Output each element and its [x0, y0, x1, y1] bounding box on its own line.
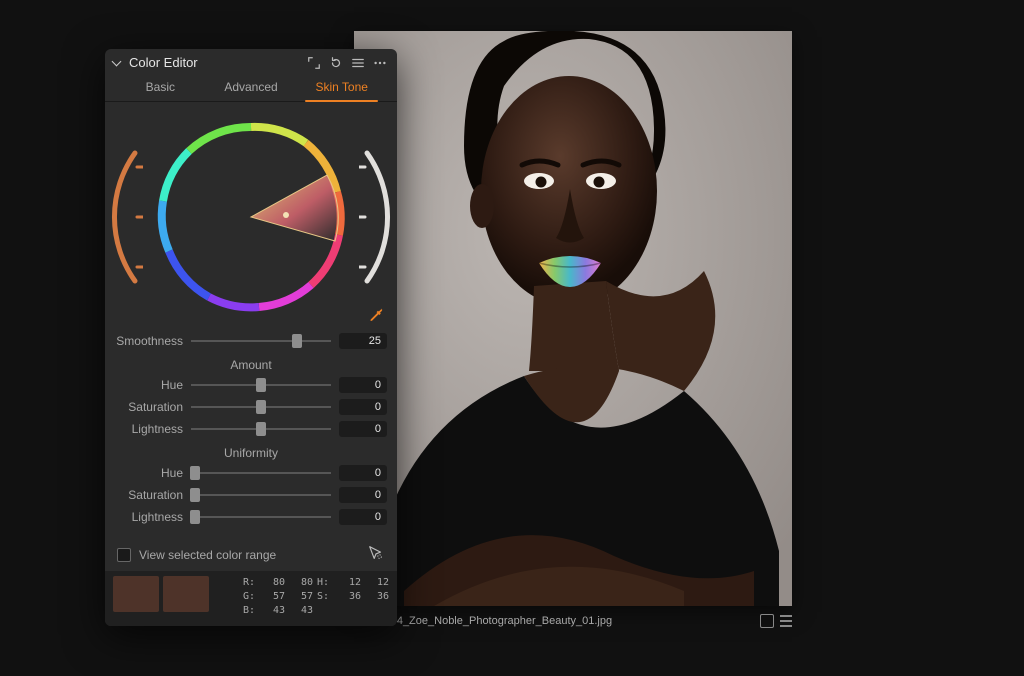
amount-hue-label: Hue — [115, 378, 183, 392]
chevron-down-icon[interactable] — [113, 58, 123, 68]
hue-wheel[interactable] — [151, 117, 351, 317]
amount-saturation-slider[interactable] — [191, 399, 331, 415]
skin-tone-arc-left[interactable] — [111, 147, 143, 287]
view-range-label: View selected color range — [139, 548, 276, 562]
smoothness-label: Smoothness — [115, 334, 183, 348]
reset-icon[interactable] — [329, 56, 343, 70]
tab-advanced[interactable]: Advanced — [206, 74, 297, 101]
skin-tone-arc-right[interactable] — [359, 147, 391, 287]
uniformity-saturation-value[interactable]: 0 — [339, 487, 387, 503]
uniformity-saturation-slider[interactable] — [191, 487, 331, 503]
uniformity-lightness-label: Lightness — [115, 510, 183, 524]
uniformity-section-title: Uniformity — [115, 446, 387, 460]
picked-color-swatch-1[interactable] — [113, 576, 159, 612]
amount-saturation-label: Saturation — [115, 400, 183, 414]
amount-saturation-value[interactable]: 0 — [339, 399, 387, 415]
amount-lightness-slider[interactable] — [191, 421, 331, 437]
panel-title: Color Editor — [129, 55, 198, 70]
mask-cursor-icon[interactable] — [367, 544, 385, 565]
rating-box-icon[interactable] — [760, 614, 774, 628]
uniformity-hue-slider[interactable] — [191, 465, 331, 481]
tab-basic[interactable]: Basic — [115, 74, 206, 101]
view-range-checkbox[interactable] — [117, 548, 131, 562]
preset-menu-icon[interactable] — [351, 56, 365, 70]
uniformity-lightness-value[interactable]: 0 — [339, 509, 387, 525]
image-preview[interactable] — [354, 31, 792, 606]
smoothness-value[interactable]: 25 — [339, 333, 387, 349]
amount-section-title: Amount — [115, 358, 387, 372]
amount-lightness-label: Lightness — [115, 422, 183, 436]
color-readout: R:8080 H:1212 G:5757 S:3636 B:4343 — [243, 576, 389, 618]
tab-skin-tone[interactable]: Skin Tone — [296, 74, 387, 101]
uniformity-saturation-label: Saturation — [115, 488, 183, 502]
smoothness-slider[interactable] — [191, 333, 331, 349]
uniformity-hue-label: Hue — [115, 466, 183, 480]
kebab-menu-icon[interactable] — [373, 56, 387, 70]
variant-list-icon[interactable] — [780, 615, 792, 627]
amount-hue-slider[interactable] — [191, 377, 331, 393]
picked-color-swatch-2[interactable] — [163, 576, 209, 612]
expand-icon[interactable] — [307, 56, 321, 70]
color-editor-panel: Color Editor Basic Advanced Skin Tone — [105, 49, 397, 626]
eyedropper-icon[interactable] — [369, 307, 385, 326]
amount-hue-value[interactable]: 0 — [339, 377, 387, 393]
uniformity-hue-value[interactable]: 0 — [339, 465, 387, 481]
amount-lightness-value[interactable]: 0 — [339, 421, 387, 437]
tabs: Basic Advanced Skin Tone — [105, 74, 397, 102]
uniformity-lightness-slider[interactable] — [191, 509, 331, 525]
